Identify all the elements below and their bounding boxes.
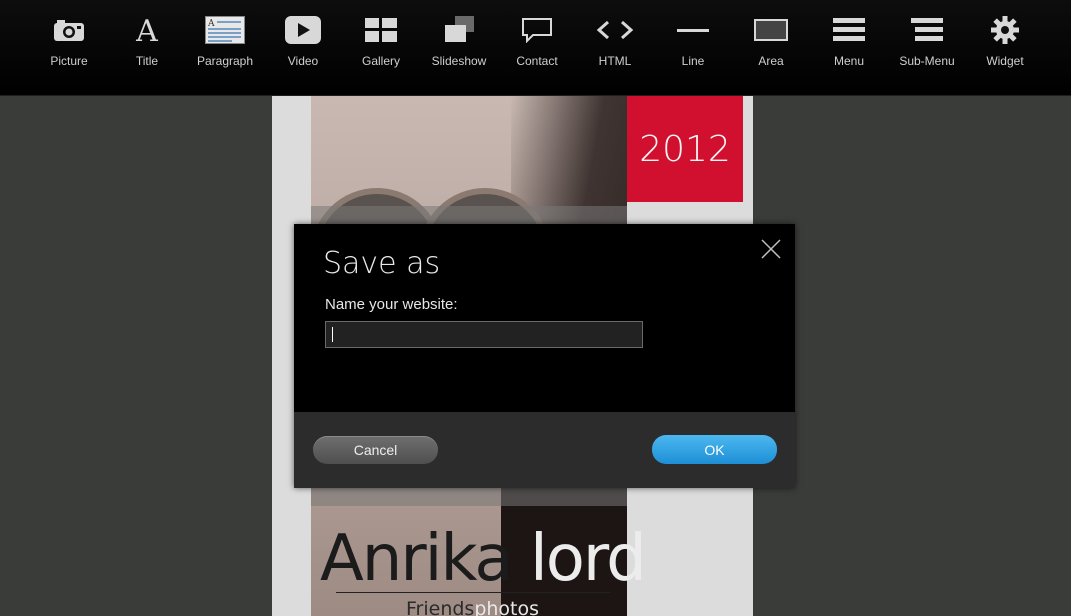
html-icon bbox=[576, 14, 654, 46]
subtitle-photos: photos bbox=[474, 598, 540, 616]
text-caret bbox=[332, 327, 333, 342]
year-box[interactable]: 2012 bbox=[627, 96, 743, 202]
camera-icon bbox=[30, 14, 108, 46]
cancel-button[interactable]: Cancel bbox=[313, 436, 438, 464]
dialog-title: Save as bbox=[323, 246, 441, 281]
site-subtitle[interactable]: Friendsphotos bbox=[406, 598, 539, 616]
gallery-icon bbox=[342, 14, 420, 46]
tool-html[interactable]: HTML bbox=[576, 0, 654, 95]
widget-gear-icon bbox=[966, 14, 1044, 46]
toolbar: Picture A Title A Paragraph Video Galler… bbox=[0, 0, 1071, 96]
svg-text:A: A bbox=[207, 19, 215, 29]
video-icon bbox=[264, 14, 342, 46]
contact-icon bbox=[498, 14, 576, 46]
dialog-footer: Cancel OK bbox=[294, 412, 795, 488]
tool-picture[interactable]: Picture bbox=[30, 0, 108, 95]
website-name-input[interactable] bbox=[325, 321, 643, 348]
last-name: lord bbox=[529, 522, 647, 596]
tool-contact[interactable]: Contact bbox=[498, 0, 576, 95]
menu-icon bbox=[810, 14, 888, 46]
slideshow-icon bbox=[420, 14, 498, 46]
title-underline bbox=[336, 592, 610, 593]
subtitle-friends: Friends bbox=[406, 598, 475, 616]
tool-paragraph[interactable]: A Paragraph bbox=[186, 0, 264, 95]
tool-label: Widget bbox=[986, 54, 1024, 68]
first-name: Anrika bbox=[320, 522, 514, 596]
submenu-icon bbox=[888, 14, 966, 46]
ok-button[interactable]: OK bbox=[652, 435, 777, 464]
tool-area[interactable]: Area bbox=[732, 0, 810, 95]
tool-slideshow[interactable]: Slideshow bbox=[420, 0, 498, 95]
tool-widget[interactable]: Widget bbox=[966, 0, 1044, 95]
tool-title[interactable]: A Title bbox=[108, 0, 186, 95]
site-title[interactable]: Anrika lord bbox=[320, 522, 647, 596]
year-text: 2012 bbox=[639, 128, 731, 170]
tool-video[interactable]: Video bbox=[264, 0, 342, 95]
tool-line[interactable]: Line bbox=[654, 0, 732, 95]
tool-submenu[interactable]: Sub-Menu bbox=[888, 0, 966, 95]
save-as-dialog: Save as Name your website: Cancel OK bbox=[294, 224, 795, 488]
title-icon: A bbox=[108, 14, 186, 46]
tool-gallery[interactable]: Gallery bbox=[342, 0, 420, 95]
area-icon bbox=[732, 14, 810, 46]
line-icon bbox=[654, 14, 732, 46]
svg-text:A: A bbox=[135, 15, 158, 45]
paragraph-icon: A bbox=[186, 14, 264, 46]
close-icon[interactable] bbox=[758, 236, 784, 262]
website-name-label: Name your website: bbox=[325, 296, 458, 313]
tool-menu[interactable]: Menu bbox=[810, 0, 888, 95]
